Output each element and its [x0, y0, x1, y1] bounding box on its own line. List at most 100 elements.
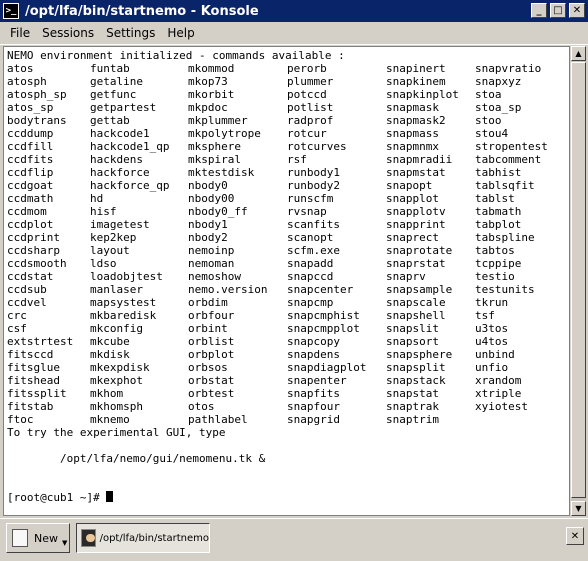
command-entry: snapstack	[386, 374, 446, 387]
text-cursor	[106, 491, 114, 502]
command-entry: tabspline	[475, 231, 535, 244]
command-entry: runbody1	[287, 166, 340, 179]
command-entry: u4tos	[475, 335, 509, 348]
command-entry: orbint	[188, 322, 228, 335]
command-entry: crc	[7, 309, 27, 322]
close-button[interactable]: ✕	[569, 3, 585, 18]
command-entry: runscfm	[287, 192, 334, 205]
menu-sessions[interactable]: Sessions	[42, 26, 94, 40]
command-entry: ccdmom	[7, 205, 47, 218]
command-entry: snapsphere	[386, 348, 453, 361]
command-entry: radprof	[287, 114, 334, 127]
command-entry: snapccd	[287, 270, 334, 283]
command-entry: nemoinp	[188, 244, 235, 257]
command-entry: snapfour	[287, 400, 340, 413]
minimize-button[interactable]: _	[531, 3, 547, 18]
command-entry: xyiotest	[475, 400, 528, 413]
command-entry: snapgrid	[287, 413, 340, 426]
command-entry: snapmass	[386, 127, 439, 140]
command-entry: nbody1	[188, 218, 228, 231]
command-entry: mkconfig	[90, 322, 143, 335]
command-entry: ccdmath	[7, 192, 54, 205]
command-entry: unfio	[475, 361, 509, 374]
command-entry: orbtest	[188, 387, 235, 400]
command-entry: bodytrans	[7, 114, 67, 127]
command-entry: getfunc	[90, 88, 137, 101]
command-entry: snapslit	[386, 322, 439, 335]
command-entry: mkommod	[188, 62, 235, 75]
command-entry: tkrun	[475, 296, 509, 309]
command-entry: mkplummer	[188, 114, 248, 127]
command-entry: snapcmpplot	[287, 322, 360, 335]
command-entry: tabcomment	[475, 153, 542, 166]
command-entry: potccd	[287, 88, 327, 101]
menu-help[interactable]: Help	[167, 26, 194, 40]
command-entry: imagetest	[90, 218, 150, 231]
command-entry: mkop73	[188, 75, 228, 88]
session-tab-startnemo[interactable]: /opt/lfa/bin/startnemo	[76, 523, 210, 553]
scrollbar-thumb[interactable]	[571, 62, 586, 498]
command-entry: extstrtest	[7, 335, 74, 348]
menu-settings[interactable]: Settings	[106, 26, 155, 40]
shell-prompt-line[interactable]: [root@cub1 ~]#	[7, 491, 114, 504]
title-bar[interactable]: >_ /opt/lfa/bin/startnemo - Konsole _ □ …	[0, 0, 588, 22]
command-entry: snapmask	[386, 101, 439, 114]
command-entry: getpartest	[90, 101, 157, 114]
new-document-icon	[12, 529, 28, 547]
command-entry: ccdprint	[7, 231, 60, 244]
command-entry: atos	[7, 62, 34, 75]
command-entry: tabtos	[475, 244, 515, 257]
command-entry: ldso	[90, 257, 117, 270]
scroll-down-arrow-icon[interactable]: ▼	[571, 501, 586, 516]
command-entry: layout	[90, 244, 130, 257]
command-entry: orbstat	[188, 374, 235, 387]
command-entry: ccdflip	[7, 166, 54, 179]
command-entry: nbody0	[188, 179, 228, 192]
command-entry: snapmask2	[386, 114, 446, 127]
command-entry: testunits	[475, 283, 535, 296]
command-entry: mkhom	[90, 387, 124, 400]
konsole-app-icon[interactable]: >_	[3, 3, 19, 19]
command-entry: hackforce	[90, 166, 150, 179]
command-entry: snapkinplot	[386, 88, 459, 101]
command-entry: orbsos	[188, 361, 228, 374]
terminal-header-line: NEMO environment initialized - commands …	[7, 49, 345, 62]
command-entry: mkbaredisk	[90, 309, 157, 322]
close-session-button[interactable]: ✕	[566, 527, 584, 545]
command-entry: snapfits	[287, 387, 340, 400]
command-entry: snapsort	[386, 335, 439, 348]
shell-prompt: [root@cub1 ~]#	[7, 491, 107, 504]
command-entry: mkpdoc	[188, 101, 228, 114]
command-entry: ccdsmooth	[7, 257, 67, 270]
command-entry: snapenter	[287, 374, 347, 387]
maximize-button[interactable]: □	[550, 3, 566, 18]
command-entry: atosph	[7, 75, 47, 88]
command-entry: mkorbit	[188, 88, 235, 101]
command-entry: loadobjtest	[90, 270, 163, 283]
command-entry: rotcurves	[287, 140, 347, 153]
command-entry: snapdiagplot	[287, 361, 367, 374]
scroll-up-arrow-icon[interactable]: ▲	[571, 46, 586, 61]
command-entry: nbody2	[188, 231, 228, 244]
command-entry: scanfits	[287, 218, 340, 231]
chevron-down-icon[interactable]: ▼	[62, 539, 67, 547]
vertical-scrollbar[interactable]: ▲ ▼	[571, 46, 586, 516]
command-entry: snapprint	[386, 218, 446, 231]
command-entry: tablsqfit	[475, 179, 535, 192]
command-entry: snaptrak	[386, 400, 439, 413]
command-entry: nemo.version	[188, 283, 268, 296]
command-entry: scanopt	[287, 231, 334, 244]
command-entry: rvsnap	[287, 205, 327, 218]
command-entry: csf	[7, 322, 27, 335]
command-entry: fitssplit	[7, 387, 67, 400]
command-entry: nbody00	[188, 192, 235, 205]
terminal-output[interactable]: NEMO environment initialized - commands …	[3, 46, 570, 516]
menu-file[interactable]: File	[10, 26, 30, 40]
command-entry: mknemo	[90, 413, 130, 426]
command-entry: unbind	[475, 348, 515, 361]
command-entry: snapsplit	[386, 361, 446, 374]
command-entry: snapmnmx	[386, 140, 439, 153]
command-entry: stoo	[475, 114, 502, 127]
command-entry: fitshead	[7, 374, 60, 387]
new-session-button[interactable]: New ▼	[6, 523, 70, 553]
